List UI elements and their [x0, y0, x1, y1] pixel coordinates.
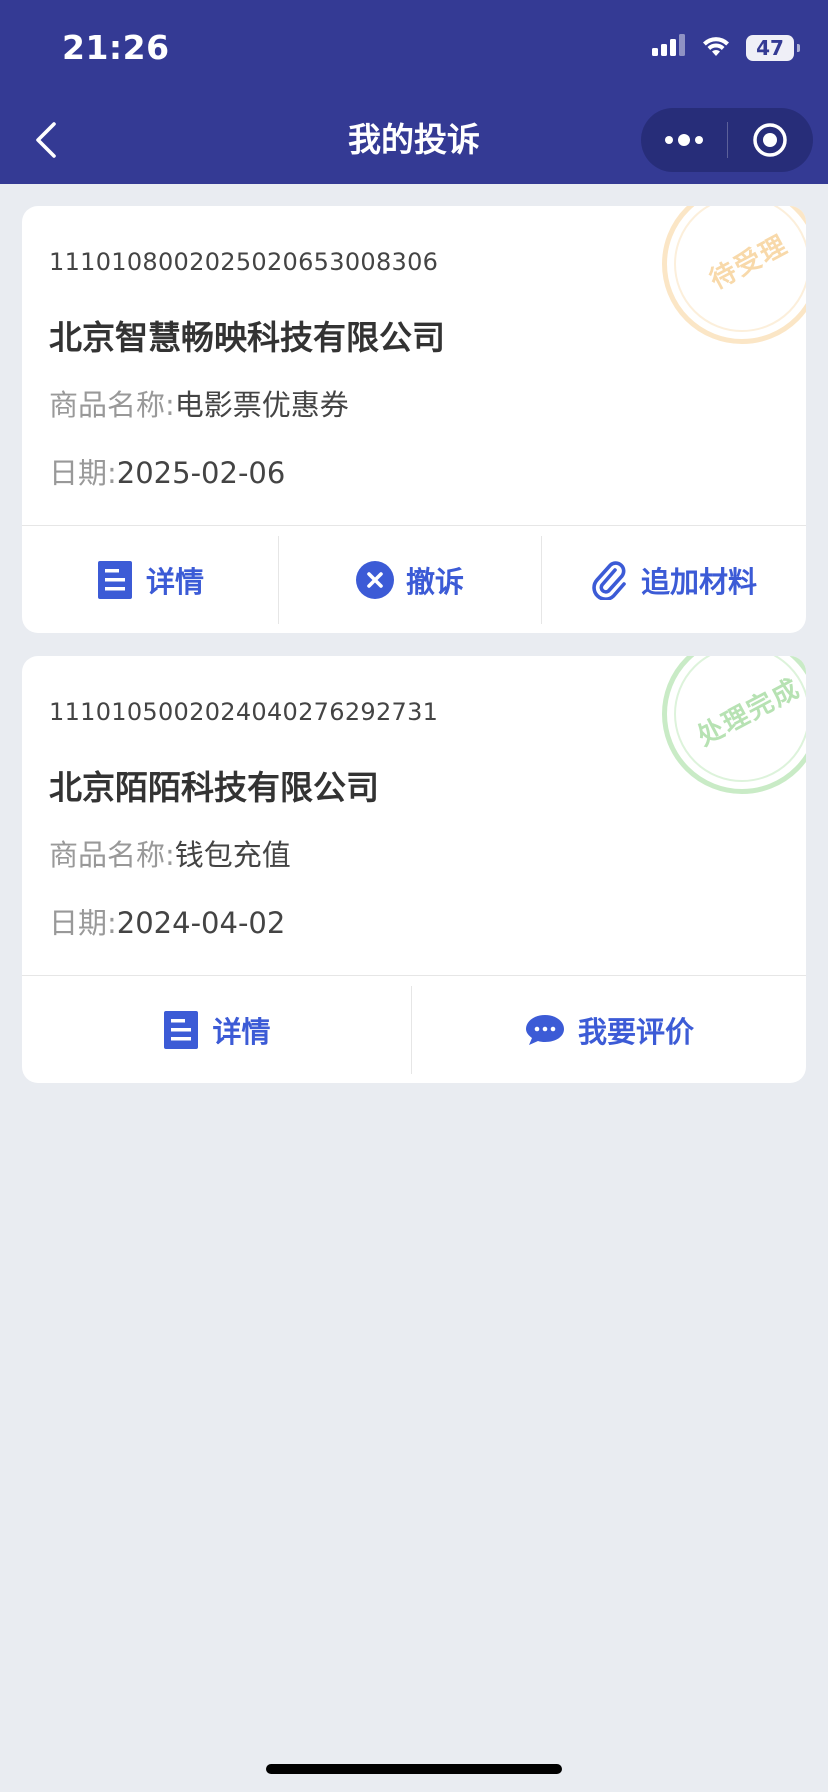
product-row: 商品名称:钱包充值	[49, 832, 291, 874]
date-label: 日期:	[49, 906, 117, 940]
close-mini-program-button[interactable]	[728, 108, 814, 172]
more-dots-icon	[664, 134, 703, 146]
company-name: 北京陌陌科技有限公司	[49, 768, 379, 807]
withdraw-button[interactable]: 撤诉	[279, 526, 541, 633]
detail-button[interactable]: 详情	[22, 526, 278, 633]
battery-icon: 47	[746, 35, 800, 61]
signal-icon	[652, 34, 686, 62]
product-value: 电影票优惠券	[174, 388, 349, 422]
review-label: 我要评价	[577, 1014, 694, 1049]
status-stamp: 待受理	[662, 206, 806, 344]
mini-program-capsule	[641, 108, 813, 172]
date-label: 日期:	[49, 456, 117, 490]
record-circle-icon	[753, 123, 787, 157]
company-name: 北京智慧畅映科技有限公司	[49, 318, 445, 357]
add-material-button[interactable]: 追加材料	[542, 526, 806, 633]
date-value: 2025-02-06	[116, 456, 286, 490]
card-actions: 详情 撤诉 追加材料	[22, 526, 806, 633]
paperclip-icon	[591, 560, 629, 600]
review-button[interactable]: 我要评价	[412, 976, 806, 1083]
complaint-card: 待受理 1110108002025020653008306 北京智慧畅映科技有限…	[22, 206, 806, 633]
detail-label: 详情	[145, 564, 204, 599]
complaint-number: 1110108002025020653008306	[49, 248, 439, 276]
complaint-card: 处理完成 1110105002024040276292731 北京陌陌科技有限公…	[22, 656, 806, 1083]
complaint-number: 1110105002024040276292731	[49, 698, 439, 726]
status-time: 21:26	[62, 28, 170, 67]
header: 21:26 47 我的投诉	[0, 0, 828, 184]
withdraw-label: 撤诉	[405, 564, 464, 599]
more-button[interactable]	[641, 108, 727, 172]
date-value: 2024-04-02	[116, 906, 286, 940]
document-icon	[162, 1010, 200, 1049]
product-label: 商品名称:	[49, 838, 175, 872]
product-row: 商品名称:电影票优惠券	[49, 382, 349, 424]
date-row: 日期:2024-04-02	[49, 900, 285, 942]
wifi-icon	[700, 34, 732, 62]
chat-bubble-icon	[524, 1011, 566, 1049]
detail-label: 详情	[212, 1014, 271, 1049]
status-icons: 47	[652, 34, 800, 62]
product-label: 商品名称:	[49, 388, 175, 422]
close-circle-icon	[355, 560, 394, 599]
date-row: 日期:2025-02-06	[49, 450, 285, 492]
card-actions: 详情 我要评价	[22, 976, 806, 1083]
add-material-label: 追加材料	[640, 564, 757, 599]
status-stamp: 处理完成	[662, 656, 806, 794]
detail-button[interactable]: 详情	[22, 976, 411, 1083]
product-value: 钱包充值	[174, 838, 291, 872]
home-indicator	[266, 1764, 562, 1774]
document-icon	[96, 560, 134, 599]
